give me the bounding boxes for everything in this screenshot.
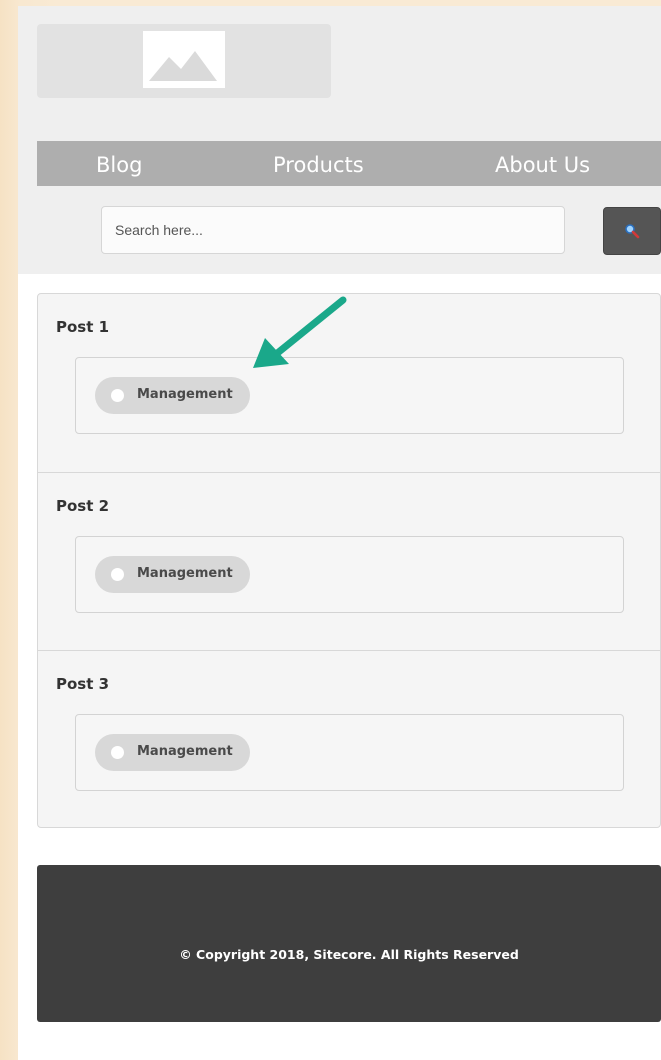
search-button[interactable] bbox=[603, 207, 661, 255]
magnifier-icon bbox=[625, 224, 640, 239]
site-footer: © Copyright 2018, Sitecore. All Rights R… bbox=[37, 865, 661, 1022]
post-item: Post 2 Management bbox=[38, 472, 660, 650]
nav-item-products[interactable]: Products bbox=[273, 141, 364, 186]
post-tags-box: Management bbox=[75, 536, 624, 613]
image-placeholder-icon bbox=[143, 31, 225, 88]
logo-area[interactable] bbox=[37, 24, 331, 98]
tag-dot bbox=[111, 746, 124, 759]
tag-dot bbox=[111, 389, 124, 402]
site-header: Blog Products About Us bbox=[18, 6, 661, 274]
post-tags-box: Management bbox=[75, 714, 624, 791]
nav-item-about-us[interactable]: About Us bbox=[495, 141, 590, 186]
tag-pill[interactable]: Management bbox=[95, 377, 250, 414]
post-title: Post 2 bbox=[56, 497, 110, 515]
page-container: Blog Products About Us Post 1 Management… bbox=[18, 6, 661, 1060]
post-item: Post 3 Management bbox=[38, 650, 660, 828]
tag-pill[interactable]: Management bbox=[95, 734, 250, 771]
tag-label: Management bbox=[137, 566, 233, 581]
pointer-arrow-icon bbox=[253, 296, 347, 368]
main-nav: Blog Products About Us bbox=[37, 141, 661, 186]
post-title: Post 1 bbox=[56, 318, 110, 336]
copyright-text: © Copyright 2018, Sitecore. All Rights R… bbox=[179, 947, 519, 962]
tag-dot bbox=[111, 568, 124, 581]
post-title: Post 3 bbox=[56, 675, 110, 693]
tag-label: Management bbox=[137, 387, 233, 402]
search-input[interactable] bbox=[101, 206, 565, 254]
nav-item-blog[interactable]: Blog bbox=[96, 141, 142, 186]
tag-label: Management bbox=[137, 744, 233, 759]
tag-pill[interactable]: Management bbox=[95, 556, 250, 593]
